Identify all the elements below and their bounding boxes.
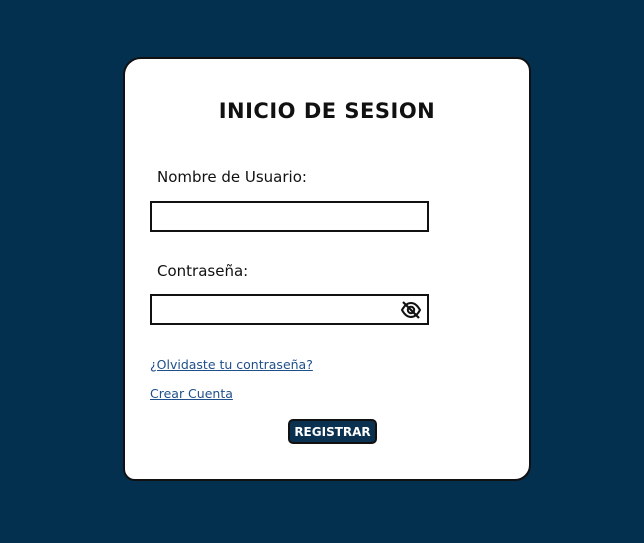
password-label: Contraseña: [157,262,249,280]
register-button[interactable]: REGISTRAR [288,419,377,444]
forgot-password-link[interactable]: ¿Olvidaste tu contraseña? [150,357,313,372]
password-field-box [150,294,429,325]
page-title: INICIO DE SESION [218,99,436,123]
username-field-box [150,201,429,232]
username-label: Nombre de Usuario: [157,168,307,186]
login-card: INICIO DE SESION Nombre de Usuario: Cont… [123,57,531,481]
username-input[interactable] [152,203,427,230]
create-account-link[interactable]: Crear Cuenta [150,386,233,401]
eye-off-icon[interactable] [400,300,422,320]
password-input[interactable] [152,296,427,323]
